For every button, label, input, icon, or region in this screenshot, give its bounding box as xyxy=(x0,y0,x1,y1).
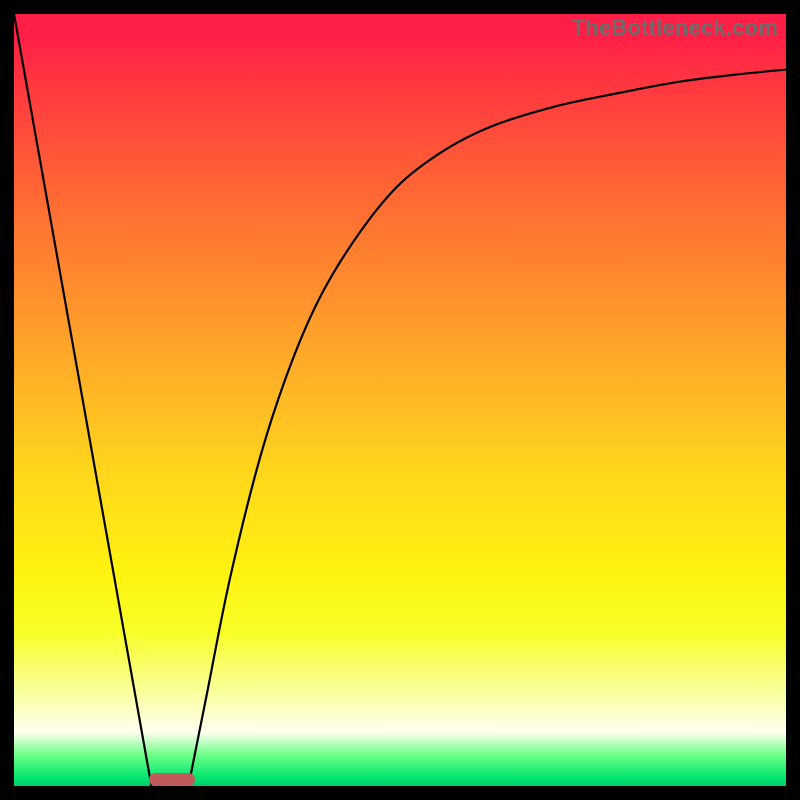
chart-container: TheBottleneck.com xyxy=(0,0,800,800)
plot-area xyxy=(14,14,786,786)
curves-svg xyxy=(14,14,786,786)
bottleneck-marker xyxy=(149,773,195,786)
descending-line xyxy=(14,14,151,786)
ascending-curve xyxy=(188,70,786,786)
